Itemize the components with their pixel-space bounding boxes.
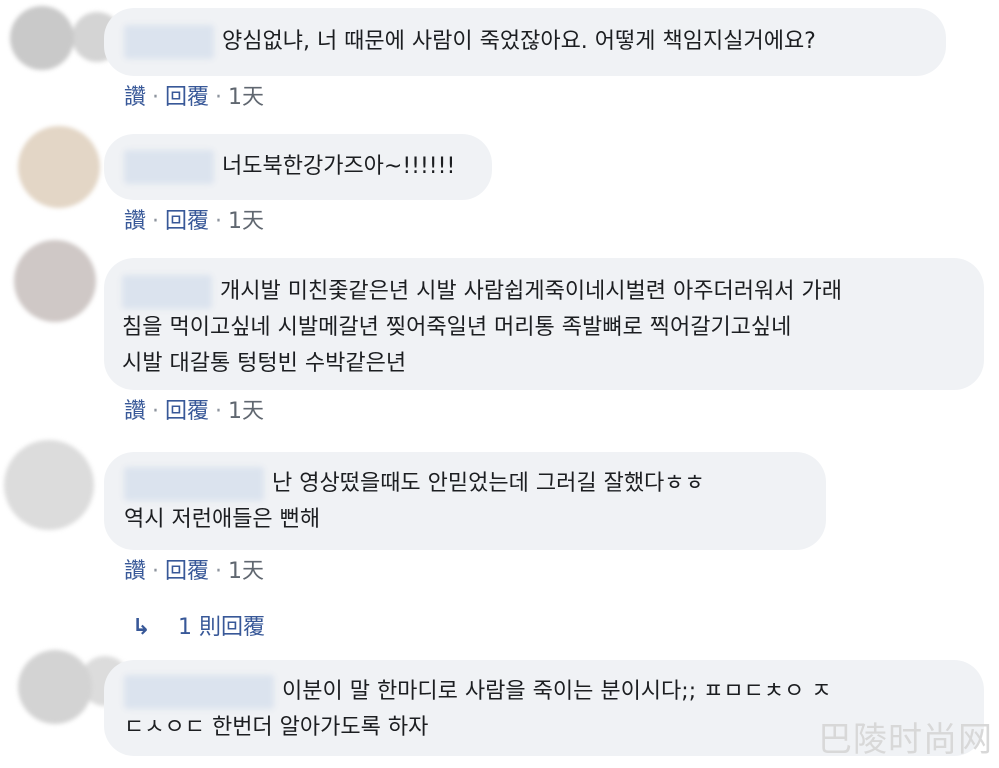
commenter-name[interactable] <box>124 150 214 184</box>
comment-actions: 讚 · 回覆 · 1天 <box>124 398 264 426</box>
reply-link[interactable]: 回覆 <box>165 85 209 110</box>
avatar[interactable] <box>14 240 96 322</box>
comment-bubble: 양심없냐, 너 때문에 사람이 죽었잖아요. 어떻게 책임지실거에요? <box>104 8 946 76</box>
separator-dot: · <box>152 559 160 584</box>
separator-dot: · <box>215 399 223 424</box>
comment-actions: 讚 · 回覆 · 1天 <box>124 84 264 112</box>
comment-bubble: 개시발 미친좇같은년 시발 사람쉽게죽이네시벌련 아주더러워서 가래 침을 먹이… <box>104 258 984 390</box>
reply-link[interactable]: 回覆 <box>165 399 209 424</box>
avatar[interactable] <box>18 126 100 208</box>
comment-actions: 讚 · 回覆 · 1天 <box>124 208 264 236</box>
comment-text-line: 침을 먹이고싶네 시발메갈년 찢어죽일년 머리통 족발뼈로 찍어갈기고싶네 <box>122 315 792 340</box>
avatar[interactable] <box>10 6 122 70</box>
commenter-name[interactable] <box>124 25 214 59</box>
separator-dot: · <box>215 209 223 234</box>
commenter-name[interactable] <box>122 275 212 309</box>
like-link[interactable]: 讚 <box>124 559 146 584</box>
like-link[interactable]: 讚 <box>124 85 146 110</box>
comment-bubble: 너도북한강가즈아~!!!!!! <box>104 134 492 200</box>
view-replies-link[interactable]: ↳ 1 則回覆 <box>132 612 265 644</box>
timestamp[interactable]: 1天 <box>228 559 264 584</box>
avatar[interactable] <box>18 650 130 724</box>
timestamp[interactable]: 1天 <box>228 399 264 424</box>
separator-dot: · <box>215 559 223 584</box>
reply-arrow-icon: ↳ <box>132 615 151 640</box>
like-link[interactable]: 讚 <box>124 209 146 234</box>
view-replies-label: 1 則回覆 <box>178 615 265 640</box>
timestamp[interactable]: 1天 <box>228 209 264 234</box>
comment-text-line: 난 영상떴을때도 안믿었는데 그러길 잘했다ㅎㅎ <box>272 471 705 496</box>
comment-text-line: 개시발 미친좇같은년 시발 사람쉽게죽이네시벌련 아주더러워서 가래 <box>220 279 842 304</box>
separator-dot: · <box>152 399 160 424</box>
separator-dot: · <box>152 85 160 110</box>
separator-dot: · <box>215 85 223 110</box>
watermark: 巴陵时尚网 <box>818 720 993 760</box>
like-link[interactable]: 讚 <box>124 399 146 424</box>
comment-text-line: 역시 저런애들은 뻔해 <box>124 507 321 532</box>
comment-text: 너도북한강가즈아~!!!!!! <box>222 154 456 179</box>
reply-link[interactable]: 回覆 <box>165 209 209 234</box>
comment-text: 양심없냐, 너 때문에 사람이 죽었잖아요. 어떻게 책임지실거에요? <box>222 29 816 54</box>
commenter-name[interactable] <box>124 675 274 709</box>
reply-link[interactable]: 回覆 <box>165 559 209 584</box>
comment-text-line: 시발 대갈통 텅텅빈 수박같은년 <box>122 351 407 376</box>
separator-dot: · <box>152 209 160 234</box>
comment-bubble: 난 영상떴을때도 안믿었는데 그러길 잘했다ㅎㅎ 역시 저런애들은 뻔해 <box>104 452 826 550</box>
commenter-name[interactable] <box>124 467 264 501</box>
timestamp[interactable]: 1天 <box>228 85 264 110</box>
comment-text-line: 이분이 말 한마디로 사람을 죽이는 분이시다;; ㅍㅁㄷㅊㅇ ㅈ <box>282 679 832 704</box>
comment-actions: 讚 · 回覆 · 1天 <box>124 558 264 586</box>
avatar[interactable] <box>4 440 94 530</box>
